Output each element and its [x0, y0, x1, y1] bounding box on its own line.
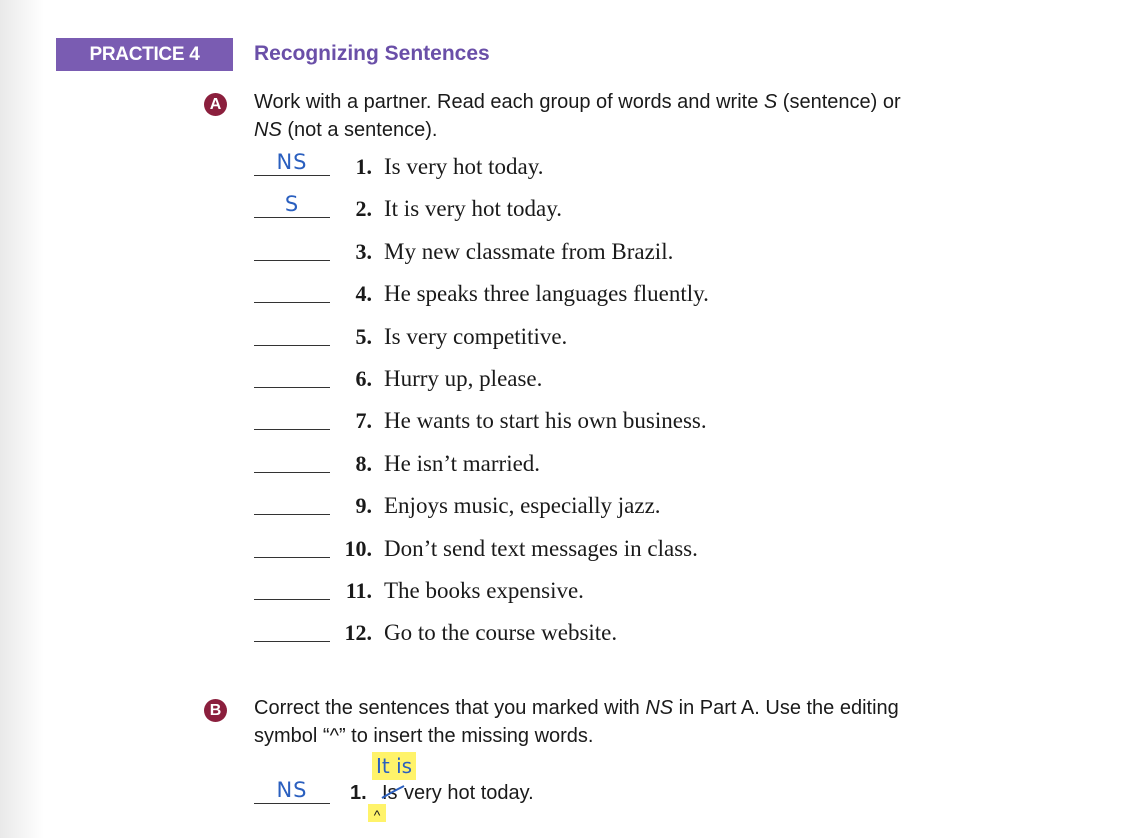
answer-blank[interactable] [254, 217, 330, 219]
answer-blank[interactable] [254, 302, 330, 304]
part-b-instruction-ns: NS [645, 697, 674, 719]
handwritten-answer: NS [276, 150, 308, 174]
exercise-item: 3. My new classmate from Brazil. [254, 237, 954, 267]
exercise-item: 9. Enjoys music, especially jazz. [254, 491, 954, 521]
item-number: 11. [345, 578, 372, 603]
exercise-item: 12. Go to the course website. [254, 618, 954, 648]
item-number: 10. [344, 535, 373, 561]
answer-blank[interactable] [254, 429, 330, 431]
item-number: 3. [355, 238, 373, 264]
practice-title: Recognizing Sentences [254, 42, 490, 65]
item-sentence: He speaks three languages fluently. [384, 281, 709, 307]
part-b-instruction-text-2: in Part A. Use the editing [673, 697, 899, 719]
part-a-instruction-ns: NS [254, 119, 282, 141]
answer-blank[interactable] [254, 471, 330, 473]
part-b-instruction: Correct the sentences that you marked wi… [254, 694, 1054, 750]
item-sentence: The books expensive. [384, 578, 584, 603]
answer-blank[interactable] [254, 641, 330, 643]
part-b-instruction-text-3: symbol “^” to insert the missing words. [254, 725, 594, 747]
part-b-example: NS 1. Is very hot today. [254, 772, 754, 822]
item-sentence: Go to the course website. [384, 620, 618, 646]
answer-blank[interactable] [254, 387, 330, 388]
part-b-instruction-text-1: Correct the sentences that you marked wi… [254, 697, 646, 719]
item-sentence: My new classmate from Brazil. [384, 238, 674, 264]
item-sentence: He isn’t married. [384, 450, 541, 476]
item-sentence: Hurry up, please. [384, 366, 543, 391]
item-number: 5. [355, 323, 373, 349]
exercise-item: 8. He isn’t married. [254, 449, 954, 479]
item-number: 1. [355, 154, 373, 179]
part-b-badge: B [204, 699, 227, 722]
exercise-item: 4. He speaks three languages fluently. [254, 279, 954, 309]
item-number: 9. [355, 493, 373, 519]
exercise-item: S 2. It is very hot today. [254, 192, 954, 224]
answer-blank[interactable] [254, 344, 330, 346]
answer-blank[interactable] [254, 259, 330, 261]
item-number: 8. [355, 450, 373, 476]
item-sentence: He wants to start his own business. [384, 408, 707, 434]
answer-blank[interactable] [254, 175, 330, 176]
exercise-item: 10. Don’t send text messages in class. [254, 534, 954, 564]
handwritten-insertion: It is [372, 752, 417, 780]
example-number: 1. [350, 782, 367, 804]
part-a-instruction-text-2: (sentence) or [777, 91, 901, 113]
item-number: 12. [344, 620, 373, 646]
item-number: 4. [355, 281, 373, 307]
item-number: 6. [355, 366, 373, 391]
page-edge-shadow [0, 0, 44, 838]
part-a-instruction-text-1: Work with a partner. Read each group of … [254, 91, 764, 113]
exercise-item: 5. Is very competitive. [254, 322, 954, 352]
item-sentence: Enjoys music, especially jazz. [384, 493, 661, 519]
insertion-caret: ^ [368, 804, 386, 823]
part-a-instruction-s: S [763, 91, 778, 113]
item-number: 7. [355, 408, 373, 434]
handwritten-answer: NS [276, 778, 308, 802]
exercise-item: 6. Hurry up, please. [254, 364, 954, 394]
answer-blank[interactable] [254, 514, 330, 516]
example-sentence: very hot today. [404, 782, 534, 804]
part-a-instruction-text-3: (not a sentence). [281, 119, 438, 141]
practice-label: PRACTICE 4 [56, 38, 233, 71]
item-sentence: Don’t send text messages in class. [384, 535, 698, 561]
handwritten-answer: S [284, 192, 300, 217]
part-a-instruction: Work with a partner. Read each group of … [254, 88, 1054, 144]
exercise-item: 7. He wants to start his own business. [254, 406, 954, 436]
part-a-badge: A [204, 93, 227, 116]
item-sentence: Is very competitive. [384, 323, 568, 349]
answer-blank[interactable] [254, 803, 330, 804]
strike-through-mark [381, 785, 405, 799]
item-number: 2. [355, 196, 373, 222]
exercise-item: NS 1. Is very hot today. [254, 150, 954, 182]
answer-blank[interactable] [254, 599, 330, 600]
item-sentence: It is very hot today. [384, 196, 563, 222]
exercise-item: 11. The books expensive. [254, 576, 954, 606]
item-sentence: Is very hot today. [384, 154, 544, 179]
answer-blank[interactable] [254, 556, 330, 558]
